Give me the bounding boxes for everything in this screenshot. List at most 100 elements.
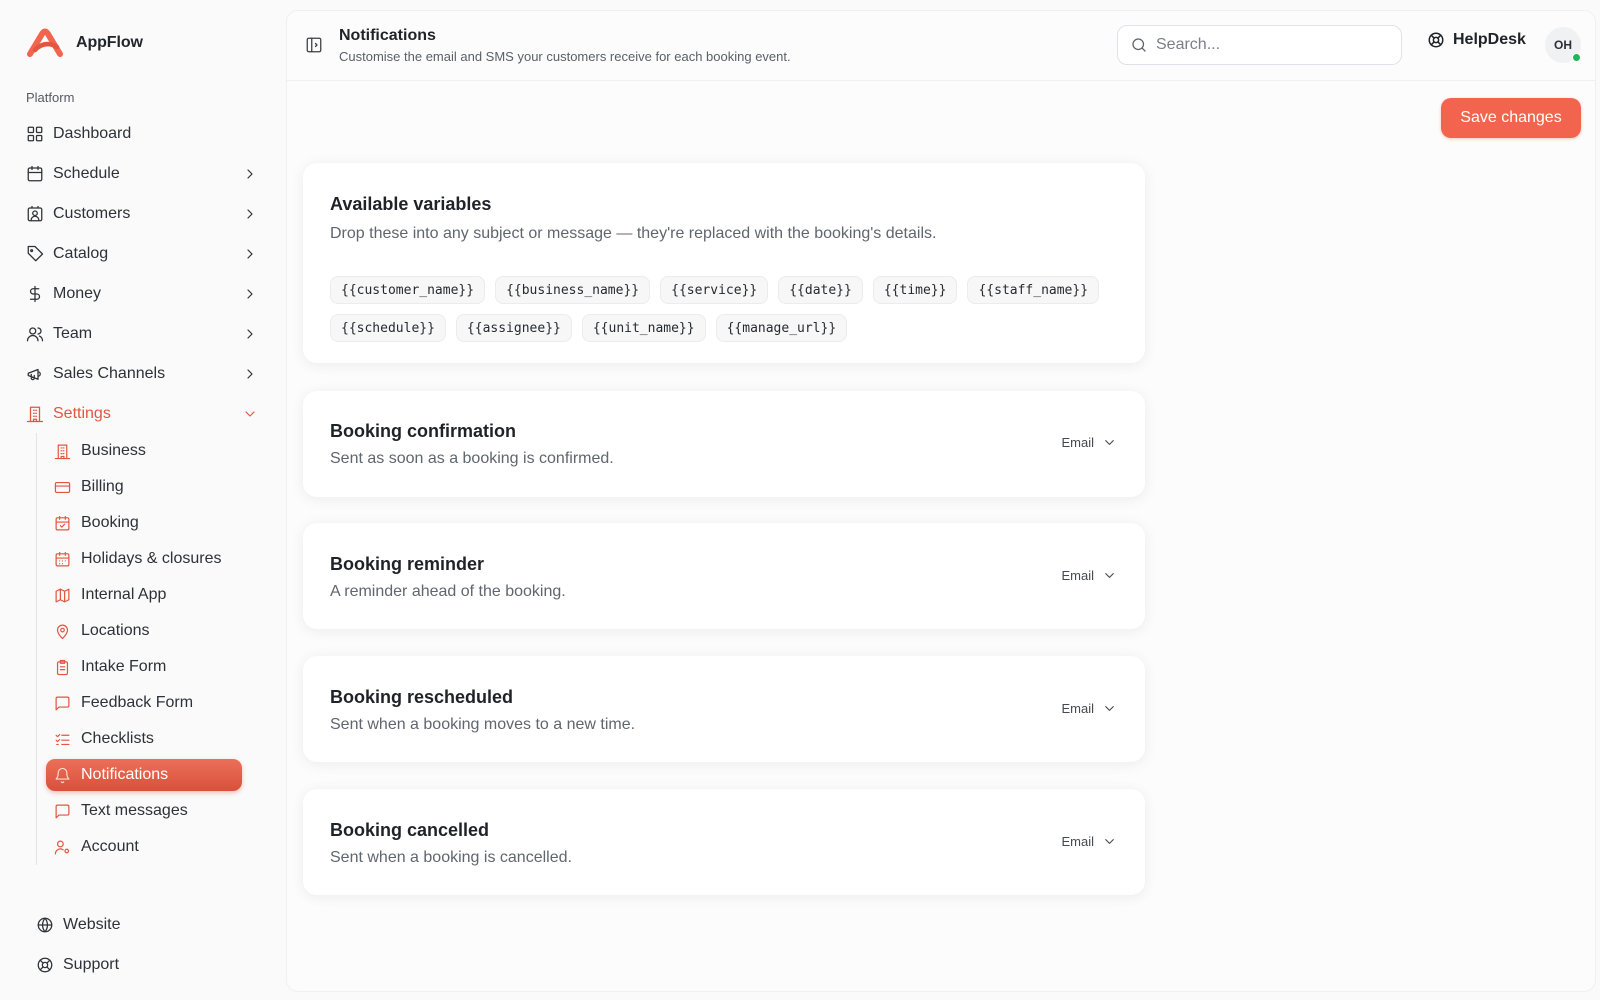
- search-input[interactable]: [1156, 36, 1376, 54]
- helpdesk-label: HelpDesk: [1453, 31, 1526, 48]
- calendar-check-icon: [54, 515, 71, 532]
- clipboard-icon: [54, 659, 71, 676]
- channel-value: Email: [1061, 568, 1094, 583]
- variable-chip[interactable]: {{unit_name}}: [581, 314, 706, 342]
- event-title: Booking cancelled: [330, 820, 490, 840]
- contact-icon: [26, 205, 44, 223]
- megaphone-icon: [26, 365, 44, 383]
- building-icon: [54, 443, 71, 460]
- sidebar-item-customers[interactable]: Customers: [26, 194, 258, 234]
- event-description: Sent as soon as a booking is confirmed.: [330, 450, 614, 467]
- sidebar-item-label: Schedule: [53, 165, 120, 182]
- chevron-right-icon[interactable]: [242, 366, 258, 382]
- channel-select[interactable]: Email: [1061, 701, 1117, 716]
- variable-chip[interactable]: {{time}}: [872, 276, 958, 304]
- sidebar-item-internal-app[interactable]: Internal App: [46, 577, 246, 613]
- channel-select[interactable]: Email: [1061, 834, 1117, 849]
- message-square-icon: [54, 695, 71, 712]
- sidebar-item-settings[interactable]: Settings: [26, 394, 258, 434]
- sidebar-toggle-icon[interactable]: [305, 36, 323, 54]
- channel-select[interactable]: Email: [1061, 568, 1117, 583]
- channel-value: Email: [1061, 701, 1094, 716]
- helpdesk-link[interactable]: HelpDesk: [1427, 31, 1526, 49]
- settings-subnav: Business Billing Booking Holidays & clos…: [36, 433, 246, 865]
- chevron-right-icon[interactable]: [242, 246, 258, 262]
- topbar: Notifications Customise the email and SM…: [287, 11, 1595, 81]
- sidebar-item-team[interactable]: Team: [26, 314, 258, 354]
- sidebar-item-locations[interactable]: Locations: [46, 613, 246, 649]
- event-description: A reminder ahead of the booking.: [330, 583, 566, 600]
- sidebar-item-label: Intake Form: [81, 658, 167, 675]
- event-card-booking-cancelled[interactable]: Booking cancelled Sent when a booking is…: [303, 789, 1145, 895]
- channel-select[interactable]: Email: [1061, 435, 1117, 450]
- sidebar-item-schedule[interactable]: Schedule: [26, 154, 258, 194]
- sidebar-item-label: Booking: [81, 514, 139, 531]
- tag-icon: [26, 245, 44, 263]
- primary-nav: Dashboard Schedule Customers Catalog Mon…: [26, 114, 258, 434]
- event-description: Sent when a booking moves to a new time.: [330, 716, 636, 733]
- sidebar-item-billing[interactable]: Billing: [46, 469, 246, 505]
- sidebar-item-support[interactable]: Support: [36, 945, 256, 985]
- event-card-booking-rescheduled[interactable]: Booking rescheduled Sent when a booking …: [303, 656, 1145, 762]
- main-panel: Notifications Customise the email and SM…: [286, 10, 1596, 992]
- map-icon: [54, 587, 71, 604]
- brand[interactable]: AppFlow: [26, 28, 143, 58]
- variable-chip[interactable]: {{staff_name}}: [967, 276, 1100, 304]
- message-square-icon: [54, 803, 71, 820]
- sidebar-item-text-messages[interactable]: Text messages: [46, 793, 246, 829]
- sidebar-item-label: Support: [63, 956, 120, 973]
- page-subtitle: Customise the email and SMS your custome…: [339, 49, 791, 64]
- sidebar-item-feedback-form[interactable]: Feedback Form: [46, 685, 246, 721]
- avatar[interactable]: OH: [1545, 27, 1581, 63]
- sidebar-item-account[interactable]: Account: [46, 829, 246, 865]
- variable-chip[interactable]: {{business_name}}: [495, 276, 651, 304]
- sidebar-item-holidays-closures[interactable]: Holidays & closures: [46, 541, 246, 577]
- sidebar-item-intake-form[interactable]: Intake Form: [46, 649, 246, 685]
- variable-chip[interactable]: {{customer_name}}: [330, 276, 486, 304]
- chevron-right-icon[interactable]: [242, 286, 258, 302]
- list-checks-icon: [54, 731, 71, 748]
- page-title: Notifications: [339, 27, 436, 44]
- chevron-right-icon[interactable]: [242, 206, 258, 222]
- variables-card-title: Available variables: [330, 194, 492, 214]
- event-description: Sent when a booking is cancelled.: [330, 849, 572, 866]
- chevron-right-icon[interactable]: [242, 326, 258, 342]
- sidebar-item-label: Notifications: [81, 766, 169, 783]
- online-status-indicator: [1572, 53, 1581, 62]
- sidebar-item-label: Sales Channels: [53, 365, 166, 382]
- sidebar-item-business[interactable]: Business: [46, 433, 246, 469]
- variables-card-description: Drop these into any subject or message —…: [330, 225, 937, 242]
- variable-chip[interactable]: {{assignee}}: [455, 314, 572, 342]
- sidebar-item-checklists[interactable]: Checklists: [46, 721, 246, 757]
- sidebar-item-label: Team: [53, 325, 93, 342]
- variable-chip[interactable]: {{service}}: [660, 276, 769, 304]
- sidebar-item-notifications[interactable]: Notifications: [46, 759, 242, 791]
- sidebar-item-label: Dashboard: [53, 125, 132, 142]
- event-card-booking-reminder[interactable]: Booking reminder A reminder ahead of the…: [303, 523, 1145, 629]
- sidebar-item-dashboard[interactable]: Dashboard: [26, 114, 258, 154]
- variable-chip[interactable]: {{manage_url}}: [715, 314, 848, 342]
- search-box[interactable]: [1117, 25, 1402, 65]
- chevron-right-icon[interactable]: [242, 166, 258, 182]
- sidebar: AppFlow Platform Dashboard Schedule Cust…: [0, 0, 284, 1000]
- event-title: Booking reminder: [330, 554, 485, 574]
- section-label-platform: Platform: [26, 90, 75, 105]
- sidebar-item-money[interactable]: Money: [26, 274, 258, 314]
- sidebar-item-label: Locations: [81, 622, 150, 639]
- sidebar-item-catalog[interactable]: Catalog: [26, 234, 258, 274]
- save-changes-button[interactable]: Save changes: [1441, 98, 1581, 138]
- event-card-booking-confirmation[interactable]: Booking confirmation Sent as soon as a b…: [303, 391, 1145, 497]
- sidebar-item-sales-channels[interactable]: Sales Channels: [26, 354, 258, 394]
- sidebar-item-website[interactable]: Website: [36, 905, 256, 945]
- grid-icon: [26, 125, 44, 143]
- chevron-down-icon[interactable]: [242, 406, 258, 422]
- sidebar-item-label: Account: [81, 838, 139, 855]
- variable-chip[interactable]: {{schedule}}: [330, 314, 446, 342]
- variable-chip[interactable]: {{date}}: [778, 276, 863, 304]
- user-cog-icon: [54, 839, 71, 856]
- avatar-initials: OH: [1554, 38, 1572, 52]
- sidebar-item-booking[interactable]: Booking: [46, 505, 246, 541]
- sidebar-item-label: Website: [63, 916, 121, 933]
- life-buoy-icon: [36, 956, 54, 974]
- bell-icon: [54, 767, 71, 784]
